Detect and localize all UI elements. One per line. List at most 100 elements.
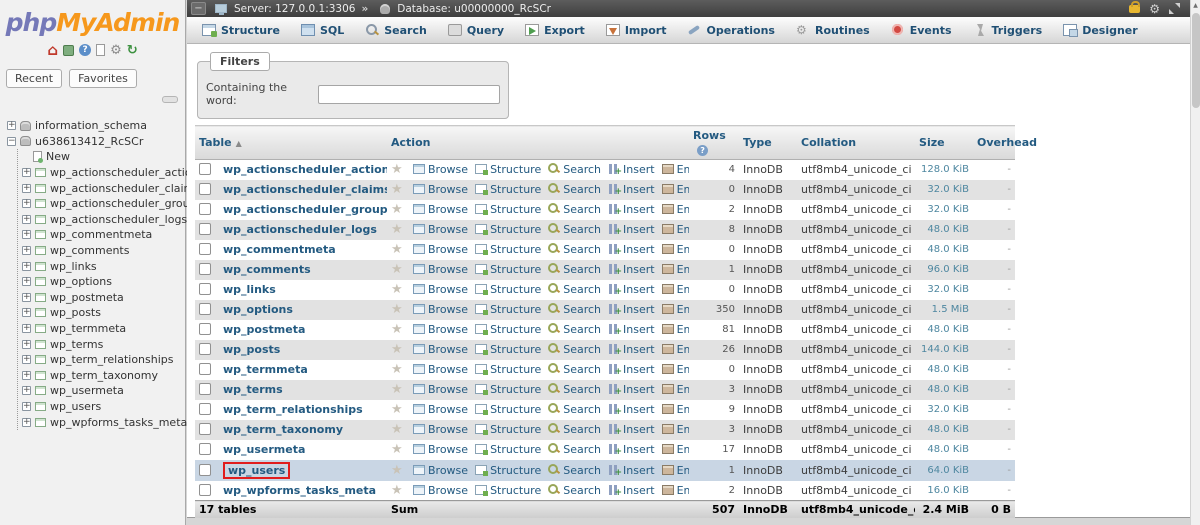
tab-query[interactable]: Query <box>439 17 516 43</box>
action-structure-link[interactable]: Structure <box>475 383 541 396</box>
tab-recent[interactable]: Recent <box>6 69 62 88</box>
home-icon[interactable]: ⌂ <box>47 44 58 57</box>
expand-icon[interactable]: + <box>22 402 31 411</box>
collapse-icon[interactable]: − <box>7 137 16 146</box>
favorite-star-icon[interactable]: ★ <box>391 422 403 437</box>
expand-icon[interactable]: + <box>22 262 31 271</box>
phpmyadmin-logo[interactable]: phpMyAdmin <box>0 0 185 37</box>
action-empty-link[interactable]: Empty <box>662 323 689 336</box>
vertical-scrollbar[interactable]: ▲ <box>1190 0 1200 525</box>
action-empty-link[interactable]: Empty <box>662 203 689 216</box>
action-insert-link[interactable]: Insert <box>608 484 655 497</box>
action-empty-link[interactable]: Empty <box>662 443 689 456</box>
action-search-link[interactable]: Search <box>548 283 601 296</box>
tab-operations[interactable]: Operations <box>678 17 787 43</box>
action-empty-link[interactable]: Empty <box>662 343 689 356</box>
action-empty-link[interactable]: Empty <box>662 303 689 316</box>
row-checkbox[interactable] <box>199 363 211 375</box>
tree-item-wp_termmeta[interactable]: +wp_termmeta <box>22 321 185 337</box>
expand-icon[interactable]: + <box>22 418 31 427</box>
action-browse-link[interactable]: Browse <box>413 223 468 236</box>
action-structure-link[interactable]: Structure <box>475 203 541 216</box>
breadcrumb-server[interactable]: Server: 127.0.0.1:3306 <box>234 3 355 15</box>
favorite-star-icon[interactable]: ★ <box>391 402 403 417</box>
action-search-link[interactable]: Search <box>548 443 601 456</box>
action-structure-link[interactable]: Structure <box>475 464 541 477</box>
tree-item-wp_actionscheduler_logs[interactable]: +wp_actionscheduler_logs <box>22 212 185 228</box>
action-structure-link[interactable]: Structure <box>475 363 541 376</box>
action-insert-link[interactable]: Insert <box>608 203 655 216</box>
tree-item-wp_usermeta[interactable]: +wp_usermeta <box>22 383 185 399</box>
expand-icon[interactable]: + <box>7 121 16 130</box>
action-search-link[interactable]: Search <box>548 403 601 416</box>
action-empty-link[interactable]: Empty <box>662 423 689 436</box>
action-structure-link[interactable]: Structure <box>475 243 541 256</box>
action-empty-link[interactable]: Empty <box>662 163 689 176</box>
logout-icon[interactable] <box>63 45 74 56</box>
column-header-collation[interactable]: Collation <box>797 126 915 160</box>
action-search-link[interactable]: Search <box>548 243 601 256</box>
table-name-link[interactable]: wp_users <box>228 464 285 477</box>
action-structure-link[interactable]: Structure <box>475 403 541 416</box>
action-browse-link[interactable]: Browse <box>413 163 468 176</box>
table-name-link[interactable]: wp_comments <box>223 263 311 276</box>
row-checkbox[interactable] <box>199 243 211 255</box>
settings-gear-icon[interactable]: ⚙ <box>110 44 122 57</box>
expand-icon[interactable]: + <box>22 230 31 239</box>
scrollbar-thumb[interactable] <box>1192 13 1200 108</box>
action-search-link[interactable]: Search <box>548 203 601 216</box>
action-empty-link[interactable]: Empty <box>662 263 689 276</box>
tree-item-information_schema[interactable]: +information_schema <box>7 118 185 134</box>
action-insert-link[interactable]: Insert <box>608 383 655 396</box>
row-checkbox[interactable] <box>199 163 211 175</box>
expand-icon[interactable]: + <box>22 246 31 255</box>
table-name-link[interactable]: wp_commentmeta <box>223 243 336 256</box>
rows-help-icon[interactable]: ? <box>697 145 708 156</box>
favorite-star-icon[interactable]: ★ <box>391 322 403 337</box>
table-name-link[interactable]: wp_wpforms_tasks_meta <box>223 484 376 497</box>
tree-item-wp_comments[interactable]: +wp_comments <box>22 243 185 259</box>
action-browse-link[interactable]: Browse <box>413 203 468 216</box>
action-search-link[interactable]: Search <box>548 464 601 477</box>
action-insert-link[interactable]: Insert <box>608 263 655 276</box>
tree-item-wp_postmeta[interactable]: +wp_postmeta <box>22 290 185 306</box>
column-header-type[interactable]: Type <box>739 126 797 160</box>
action-structure-link[interactable]: Structure <box>475 423 541 436</box>
action-insert-link[interactable]: Insert <box>608 423 655 436</box>
tree-item-wp_term_taxonomy[interactable]: +wp_term_taxonomy <box>22 368 185 384</box>
action-search-link[interactable]: Search <box>548 163 601 176</box>
row-checkbox[interactable] <box>199 263 211 275</box>
favorite-star-icon[interactable]: ★ <box>391 262 403 277</box>
tree-item-wp_users[interactable]: +wp_users <box>22 399 185 415</box>
tree-item-wp_actionscheduler_actions[interactable]: +wp_actionscheduler_actions <box>22 165 185 181</box>
row-checkbox[interactable] <box>199 484 211 496</box>
row-checkbox[interactable] <box>199 323 211 335</box>
tab-triggers[interactable]: Triggers <box>964 17 1055 43</box>
page-settings-gear-icon[interactable]: ⚙ <box>1149 3 1160 15</box>
action-structure-link[interactable]: Structure <box>475 263 541 276</box>
row-checkbox[interactable] <box>199 423 211 435</box>
expand-icon[interactable]: + <box>22 184 31 193</box>
action-search-link[interactable]: Search <box>548 343 601 356</box>
action-structure-link[interactable]: Structure <box>475 183 541 196</box>
action-empty-link[interactable]: Empty <box>662 403 689 416</box>
action-empty-link[interactable]: Empty <box>662 183 689 196</box>
column-header-rows[interactable]: Rows? <box>689 126 739 160</box>
favorite-star-icon[interactable]: ★ <box>391 302 403 317</box>
row-checkbox[interactable] <box>199 223 211 235</box>
action-search-link[interactable]: Search <box>548 484 601 497</box>
tab-export[interactable]: Export <box>516 17 597 43</box>
expand-icon[interactable]: + <box>22 168 31 177</box>
breadcrumb-database[interactable]: Database: u00000000_RcSCr <box>397 3 551 15</box>
expand-icon[interactable]: + <box>22 355 31 364</box>
action-empty-link[interactable]: Empty <box>662 484 689 497</box>
action-structure-link[interactable]: Structure <box>475 484 541 497</box>
action-search-link[interactable]: Search <box>548 363 601 376</box>
containing-word-input[interactable] <box>318 85 500 104</box>
row-checkbox[interactable] <box>199 383 211 395</box>
favorite-star-icon[interactable]: ★ <box>391 202 403 217</box>
favorite-star-icon[interactable]: ★ <box>391 442 403 457</box>
table-name-link[interactable]: wp_actionscheduler_logs <box>223 223 377 236</box>
action-browse-link[interactable]: Browse <box>413 423 468 436</box>
collapse-navigation-button[interactable]: − <box>191 2 206 15</box>
